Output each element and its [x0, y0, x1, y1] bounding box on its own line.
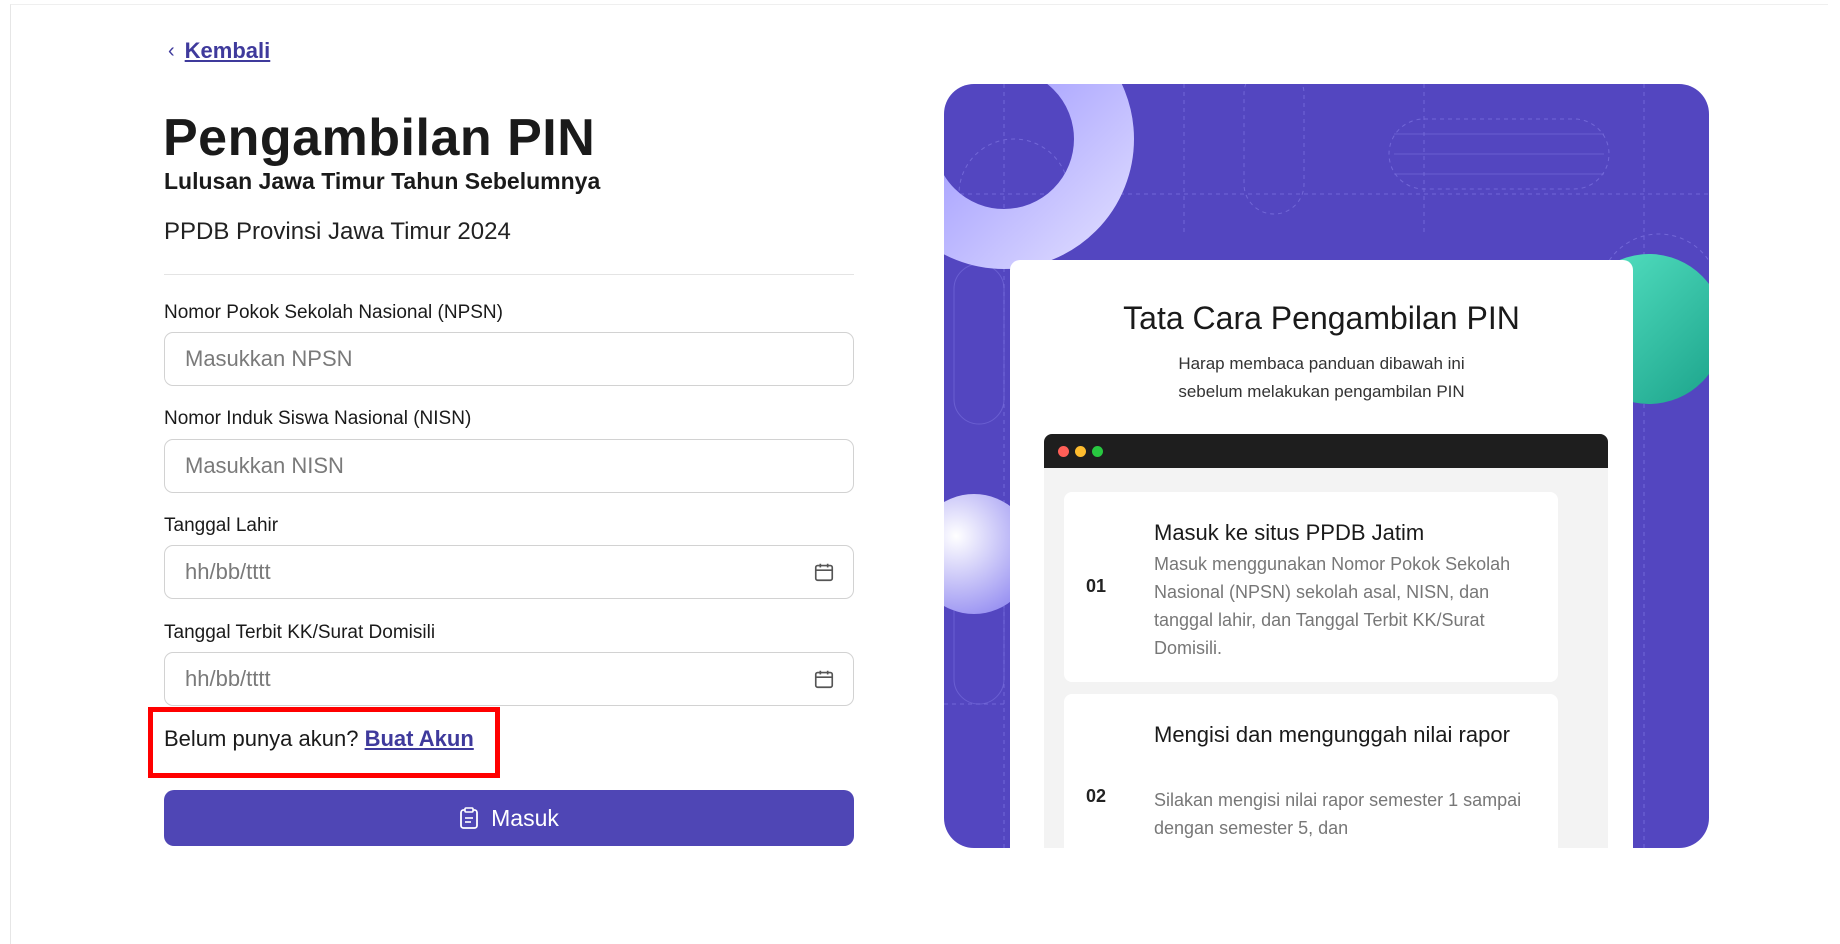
kk-date-field-wrapper — [164, 652, 854, 706]
step-title: Masuk ke situs PPDB Jatim — [1154, 520, 1425, 545]
kk-date-input[interactable] — [183, 665, 813, 693]
guide-step: 01 Masuk ke situs PPDB Jatim Masuk mengg… — [1064, 492, 1558, 682]
login-button-label: Masuk — [491, 804, 559, 831]
guide-step: 02 Mengisi dan mengunggah nilai rapor Si… — [1064, 694, 1558, 848]
login-button[interactable]: Masuk — [164, 790, 854, 846]
birthdate-field-wrapper — [164, 545, 854, 599]
back-link-label: Kembali — [184, 38, 271, 63]
divider — [164, 274, 854, 275]
guide-description: Harap membaca panduan dibawah ini sebelu… — [1010, 350, 1633, 406]
step-description: Silakan mengisi nilai rapor semester 1 s… — [1154, 790, 1522, 838]
nisn-label: Nomor Induk Siswa Nasional (NISN) — [164, 408, 472, 429]
guide-title: Tata Cara Pengambilan PIN — [1123, 300, 1520, 336]
birthdate-input[interactable] — [183, 558, 813, 586]
step-title: Mengisi dan mengunggah nilai rapor — [1154, 722, 1510, 747]
nisn-field-wrapper — [164, 439, 854, 493]
calendar-icon[interactable] — [813, 561, 835, 583]
step-number: 01 — [1086, 576, 1107, 596]
npsn-input[interactable] — [183, 345, 835, 373]
chevron-left-icon: ‹ — [168, 39, 175, 62]
npsn-field-wrapper — [164, 332, 854, 386]
step-description: Masuk menggunakan Nomor Pokok Sekolah Na… — [1154, 554, 1511, 658]
page-subtitle: Lulusan Jawa Timur Tahun Sebelumnya — [164, 168, 601, 194]
npsn-label: Nomor Pokok Sekolah Nasional (NPSN) — [164, 302, 503, 323]
guide-panel: Tata Cara Pengambilan PIN Harap membaca … — [944, 84, 1709, 848]
maximize-dot-icon — [1092, 446, 1103, 457]
highlight-box — [148, 707, 500, 778]
browser-window-body: 01 Masuk ke situs PPDB Jatim Masuk mengg… — [1044, 468, 1608, 848]
minimize-dot-icon — [1075, 446, 1086, 457]
page-caption: PPDB Provinsi Jawa Timur 2024 — [164, 218, 511, 245]
kk-date-label: Tanggal Terbit KK/Surat Domisili — [164, 622, 436, 643]
page-title: Pengambilan PIN — [163, 109, 596, 167]
close-dot-icon — [1058, 446, 1069, 457]
nisn-input[interactable] — [183, 452, 835, 480]
guide-card: Tata Cara Pengambilan PIN Harap membaca … — [1010, 260, 1633, 848]
birthdate-label: Tanggal Lahir — [164, 515, 279, 536]
back-link[interactable]: ‹ Kembali — [168, 38, 270, 64]
guide-description-line1: Harap membaca panduan dibawah ini — [1178, 354, 1465, 373]
clipboard-icon — [460, 807, 479, 829]
step-number: 02 — [1086, 786, 1107, 806]
calendar-icon[interactable] — [813, 668, 835, 690]
browser-window-bar — [1044, 434, 1608, 468]
guide-description-line2: sebelum melakukan pengambilan PIN — [1178, 382, 1465, 401]
